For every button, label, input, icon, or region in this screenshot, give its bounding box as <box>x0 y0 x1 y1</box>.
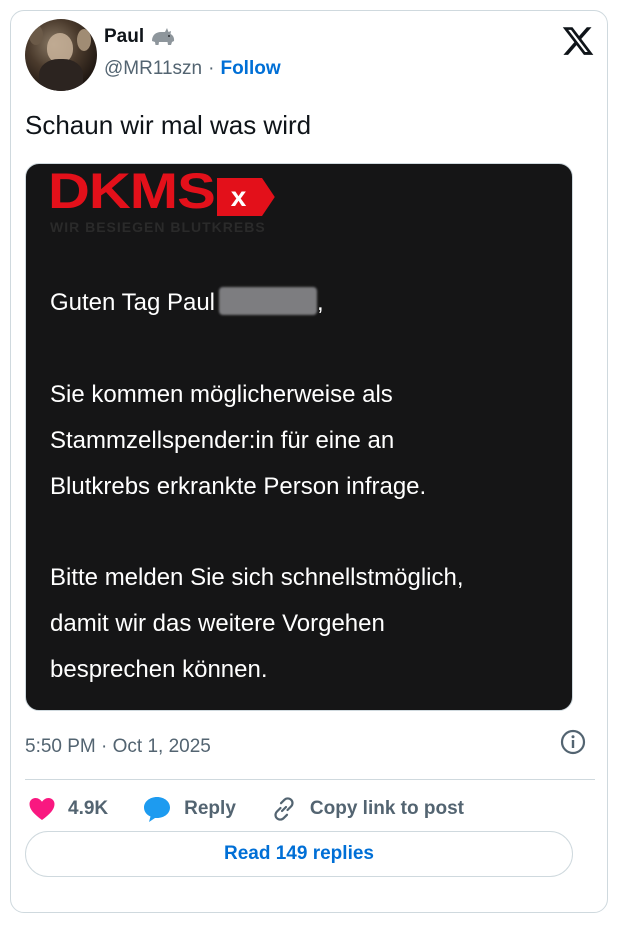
message-paragraph-2: Bitte melden Sie sich schnellstmöglich, … <box>50 555 464 693</box>
message-line: Stammzellspender:in für eine an <box>50 427 395 454</box>
copy-link-label: Copy link to post <box>309 798 464 819</box>
action-bar: 4.9K Reply Copy link to post <box>28 795 498 823</box>
rhino-icon <box>150 26 176 48</box>
author-name-row[interactable]: Paul <box>104 26 176 48</box>
heart-icon <box>29 798 55 820</box>
author-name[interactable]: Paul <box>104 26 144 48</box>
x-logo-icon[interactable] <box>561 24 595 58</box>
message-greeting: Guten Tag Paul, <box>50 280 324 326</box>
dkms-tagline: WIR BESIEGEN BLUTKREBS <box>50 219 266 235</box>
reply-button[interactable]: Reply <box>142 795 236 823</box>
reply-label: Reply <box>184 798 236 819</box>
author-avatar[interactable] <box>25 19 97 91</box>
message-line: Blutkrebs erkrankte Person infrage. <box>50 473 427 500</box>
redacted-surname <box>219 287 318 315</box>
message-line: Sie kommen möglicherweise als <box>50 381 393 408</box>
follow-link[interactable]: Follow <box>220 58 280 80</box>
reply-bubble-icon <box>144 797 171 822</box>
message-line: besprechen können. <box>50 656 268 683</box>
message-line: damit wir das weitere Vorgehen <box>50 610 385 637</box>
read-replies-button[interactable]: Read 149 replies <box>25 831 573 877</box>
greeting-text: Guten Tag Paul <box>50 289 216 316</box>
tweet-media-image[interactable]: DKMS x WIR BESIEGEN BLUTKREBS Guten Tag … <box>25 163 573 711</box>
handle-separator: · <box>208 58 215 79</box>
dkms-logo-text: DKMS <box>48 163 216 220</box>
greeting-suffix: , <box>317 289 324 316</box>
author-handle-row: @MR11szn · Follow <box>104 58 281 80</box>
link-icon <box>274 797 294 821</box>
author-handle[interactable]: @MR11szn <box>104 58 202 80</box>
tweet-text: Schaun wir mal was wird <box>25 110 312 140</box>
message-line: Bitte melden Sie sich schnellstmöglich, <box>50 564 464 591</box>
divider <box>25 779 595 780</box>
read-replies-label: Read 149 replies <box>224 843 374 864</box>
like-count: 4.9K <box>68 798 109 819</box>
info-icon[interactable] <box>558 727 588 757</box>
message-paragraph-1: Sie kommen möglicherweise als Stammzells… <box>50 372 426 510</box>
dkms-logo: DKMS x <box>48 163 275 220</box>
copy-link-button[interactable]: Copy link to post <box>270 795 464 823</box>
tweet-timestamp[interactable]: 5:50 PM · Oct 1, 2025 <box>25 736 211 758</box>
dkms-logo-badge: x <box>216 178 275 216</box>
like-button[interactable]: 4.9K <box>28 796 108 822</box>
